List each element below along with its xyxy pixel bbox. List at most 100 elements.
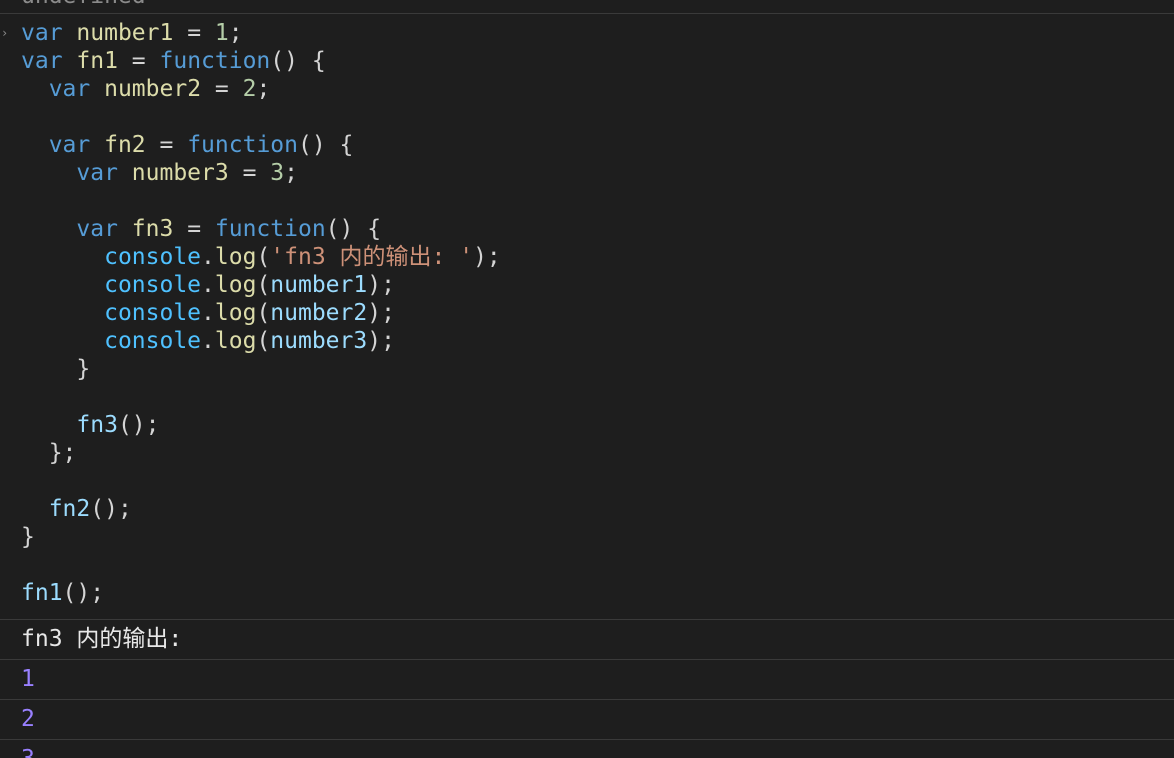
- console-output-row: fn3 内的输出:: [0, 619, 1174, 659]
- code-token: =: [117, 48, 160, 74]
- code-token: fn1: [21, 580, 63, 606]
- code-token: var: [76, 216, 118, 242]
- code-token: function: [159, 48, 271, 74]
- code-token: var: [21, 48, 63, 74]
- code-token: fn1: [76, 48, 118, 74]
- code-token: number3: [270, 328, 368, 354]
- code-token: 3: [270, 160, 285, 186]
- code-token: =: [173, 216, 215, 242]
- code-token: (: [256, 272, 271, 298]
- code-token: =: [228, 160, 271, 186]
- previous-output-text: undefined: [21, 0, 146, 9]
- code-token: ;: [284, 160, 298, 186]
- code-line: fn2();: [21, 495, 501, 523]
- output-number: 1: [21, 666, 35, 692]
- code-line: console.log(number1);: [21, 271, 501, 299]
- code-token: number2: [270, 300, 368, 326]
- code-token: console: [104, 328, 202, 354]
- console-output-row: 3: [0, 739, 1174, 758]
- code-token: );: [367, 300, 395, 326]
- code-token: var: [76, 160, 118, 186]
- code-line: console.log(number3);: [21, 327, 501, 355]
- code-line: }: [21, 523, 501, 551]
- code-token: number3: [131, 160, 229, 186]
- code-line: var number3 = 3;: [21, 159, 501, 187]
- code-token: function: [214, 216, 326, 242]
- code-token: }: [21, 524, 35, 550]
- code-token: fn3: [76, 412, 118, 438]
- code-token: ();: [62, 580, 105, 606]
- code-token: log: [214, 272, 257, 298]
- code-token: log: [214, 328, 257, 354]
- console-output-row: 1: [0, 659, 1174, 699]
- code-token: .: [201, 272, 215, 298]
- code-line: }: [21, 355, 501, 383]
- code-token: fn3: [131, 216, 174, 242]
- code-line: var number2 = 2;: [21, 75, 501, 103]
- code-line: var fn1 = function() {: [21, 47, 501, 75]
- code-token: );: [473, 244, 501, 270]
- code-token: () {: [297, 132, 354, 158]
- code-line: var fn3 = function() {: [21, 215, 501, 243]
- code-token: fn2: [104, 132, 146, 158]
- code-token: =: [201, 76, 243, 102]
- console-output-row: 2: [0, 699, 1174, 739]
- code-line: var number1 = 1;: [21, 19, 501, 47]
- code-token: function: [187, 132, 298, 158]
- code-token: (: [256, 300, 271, 326]
- code-token: ;: [228, 20, 243, 46]
- output-text: fn3 内的输出:: [21, 626, 197, 652]
- console-input-code[interactable]: var number1 = 1; var fn1 = function() { v…: [21, 19, 501, 607]
- code-token: var: [21, 20, 63, 46]
- code-token: console: [104, 272, 202, 298]
- code-token: );: [367, 328, 395, 354]
- code-token: .: [201, 244, 215, 270]
- code-token: ();: [117, 412, 160, 438]
- code-token: .: [201, 328, 215, 354]
- code-line: console.log('fn3 内的输出: ');: [21, 243, 501, 271]
- code-token: ;: [256, 76, 271, 102]
- code-token: .: [201, 300, 215, 326]
- code-line: };: [21, 439, 501, 467]
- code-token: =: [173, 20, 215, 46]
- previous-console-output: undefined: [0, 0, 1174, 14]
- code-token: number2: [104, 76, 202, 102]
- code-token: () {: [270, 48, 326, 74]
- code-token: }: [21, 356, 91, 382]
- output-number: 3: [21, 745, 35, 758]
- code-line: fn1();: [21, 579, 501, 607]
- code-token: (: [256, 328, 271, 354]
- code-token: var: [48, 132, 91, 158]
- code-line: fn3();: [21, 411, 501, 439]
- code-token: () {: [325, 216, 382, 242]
- code-token: log: [214, 244, 257, 270]
- output-number: 2: [21, 706, 35, 732]
- code-token: 1: [214, 20, 229, 46]
- code-token: };: [21, 440, 77, 466]
- code-token: number1: [270, 272, 368, 298]
- code-line: var fn2 = function() {: [21, 131, 501, 159]
- input-caret-icon: ›: [1, 26, 9, 40]
- code-token: 'fn3 内的输出: ': [270, 244, 474, 270]
- code-token: var: [48, 76, 91, 102]
